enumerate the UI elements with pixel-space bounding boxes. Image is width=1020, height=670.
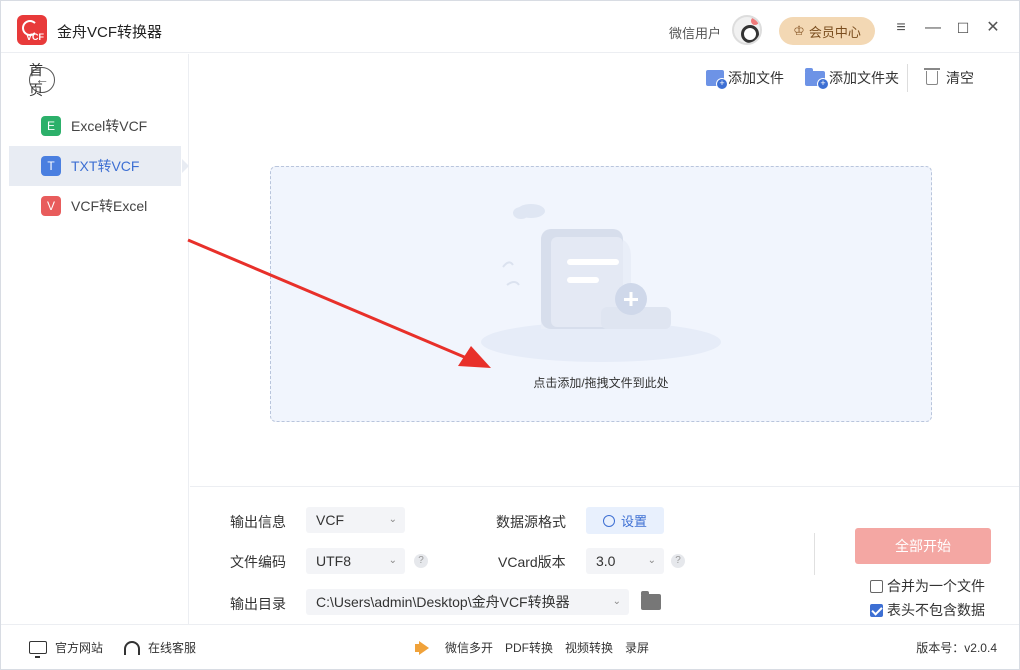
chevron-down-icon: ⌄ (612, 596, 621, 607)
vip-center-label: 会员中心 (808, 24, 861, 40)
app-window: VCF 金舟VCF转换器 微信用户 ♔ 会员中心 ≡ — ☐ ✕ ← 首页 E … (0, 0, 1020, 670)
merge-checkbox-label: 合并为一个文件 (887, 578, 985, 594)
chevron-down-icon: ⌄ (647, 555, 656, 566)
start-all-button[interactable]: 全部开始 (855, 528, 991, 564)
add-folder-label: 添加文件夹 (829, 70, 899, 86)
header-no-data-checkbox[interactable]: 表头不包含数据 (870, 600, 985, 620)
vip-center-button[interactable]: ♔ 会员中心 (779, 17, 875, 45)
merge-file-checkbox[interactable]: 合并为一个文件 (870, 576, 985, 596)
vcard-version-label: VCard版本 (498, 554, 566, 570)
sidebar: ← 首页 E Excel转VCF T TXT转VCF V VCF转Excel (1, 54, 189, 624)
promo-links: 微信多开 PDF转换 视频转换 录屏 (415, 639, 649, 656)
version-label: 版本号：v2.0.4 (916, 641, 997, 655)
sidebar-item-txt-to-vcf[interactable]: T TXT转VCF (9, 146, 189, 186)
title-bar: VCF 金舟VCF转换器 微信用户 ♔ 会员中心 ≡ — ☐ ✕ (1, 1, 1019, 53)
official-website-link[interactable]: 官方网站 (29, 639, 104, 658)
output-info-label: 输出信息 (230, 514, 286, 530)
sidebar-item-vcf-to-excel[interactable]: V VCF转Excel (9, 186, 181, 226)
avatar[interactable] (732, 15, 762, 45)
browse-folder-icon[interactable] (641, 591, 661, 610)
maximize-icon[interactable]: ☐ (953, 18, 973, 38)
output-info-value: VCF (316, 512, 344, 528)
app-title: 金舟VCF转换器 (57, 24, 163, 41)
sidebar-item-label: VCF转Excel (71, 198, 148, 214)
source-format-label: 数据源格式 (496, 514, 566, 530)
settings-divider (814, 533, 815, 575)
app-logo-text: VCF (26, 32, 44, 42)
encoding-select[interactable]: UTF8 ⌄ (306, 548, 405, 574)
add-file-label: 添加文件 (728, 70, 784, 86)
header-checkbox-box[interactable] (870, 603, 883, 617)
settings-button-label: 设置 (620, 514, 647, 529)
txt-badge-icon: T (41, 156, 61, 176)
add-file-button[interactable]: 添加文件 (706, 68, 784, 90)
vcard-version-select[interactable]: 3.0 ⌄ (586, 548, 664, 574)
chevron-down-icon: ⌄ (388, 514, 397, 525)
output-dir-value: C:\Users\admin\Desktop\金舟VCF转换器 (316, 594, 570, 610)
menu-icon[interactable]: ≡ (891, 18, 911, 38)
wechat-multi-link[interactable]: 微信多开 (445, 639, 493, 656)
output-dir-label: 输出目录 (230, 596, 286, 612)
clear-label: 清空 (946, 70, 974, 86)
sidebar-item-excel-to-vcf[interactable]: E Excel转VCF (9, 106, 181, 146)
screen-record-link[interactable]: 录屏 (625, 639, 649, 656)
status-bar: 官方网站 在线客服 微信多开 PDF转换 视频转换 录屏 版本号：v2.0.4 (1, 624, 1019, 669)
video-convert-link[interactable]: 视频转换 (565, 639, 613, 656)
online-support-label: 在线客服 (148, 641, 197, 655)
vcard-help-icon[interactable]: ? (671, 554, 685, 568)
output-info-select[interactable]: VCF ⌄ (306, 507, 405, 533)
vcard-version-value: 3.0 (596, 553, 616, 569)
vcf-badge-icon: V (41, 196, 61, 216)
home-label: 首页 (29, 62, 43, 98)
sidebar-item-label: TXT转VCF (71, 158, 140, 174)
encoding-label: 文件编码 (230, 554, 286, 570)
excel-badge-icon: E (41, 116, 61, 136)
crown-icon: ♔ (793, 23, 805, 38)
close-icon[interactable]: ✕ (983, 18, 1003, 38)
home-button[interactable]: ← 首页 (29, 62, 55, 98)
output-dir-select[interactable]: C:\Users\admin\Desktop\金舟VCF转换器 ⌄ (306, 589, 629, 615)
monitor-icon (29, 641, 47, 658)
minimize-icon[interactable]: — (923, 18, 943, 38)
online-support-link[interactable]: 在线客服 (124, 639, 196, 656)
megaphone-icon (415, 641, 433, 655)
merge-checkbox-box[interactable] (870, 579, 883, 593)
app-logo-icon: VCF (17, 15, 47, 45)
user-name[interactable]: 微信用户 (669, 23, 721, 42)
sidebar-item-label: Excel转VCF (71, 118, 148, 134)
encoding-value: UTF8 (316, 553, 351, 569)
chevron-down-icon: ⌄ (388, 555, 397, 566)
header-checkbox-label: 表头不包含数据 (887, 602, 985, 618)
official-website-label: 官方网站 (55, 641, 104, 655)
toolbar-divider (907, 64, 908, 92)
gear-icon (602, 514, 615, 527)
pdf-convert-link[interactable]: PDF转换 (505, 639, 553, 656)
add-folder-button[interactable]: 添加文件夹 (805, 67, 899, 90)
settings-panel: 输出信息 VCF ⌄ 文件编码 UTF8 ⌄ ? 输出目录 C:\Users\a… (190, 486, 1019, 624)
add-folder-icon (805, 67, 829, 90)
trash-icon (924, 68, 940, 85)
add-file-icon (706, 70, 728, 90)
clear-button[interactable]: 清空 (924, 68, 974, 88)
source-format-settings-button[interactable]: 设置 (586, 507, 664, 534)
drop-hint-text: 点击添加/拖拽文件到此处 (533, 376, 669, 390)
encoding-help-icon[interactable]: ? (414, 554, 428, 568)
annotation-arrow (187, 238, 491, 368)
headset-icon (124, 640, 140, 655)
